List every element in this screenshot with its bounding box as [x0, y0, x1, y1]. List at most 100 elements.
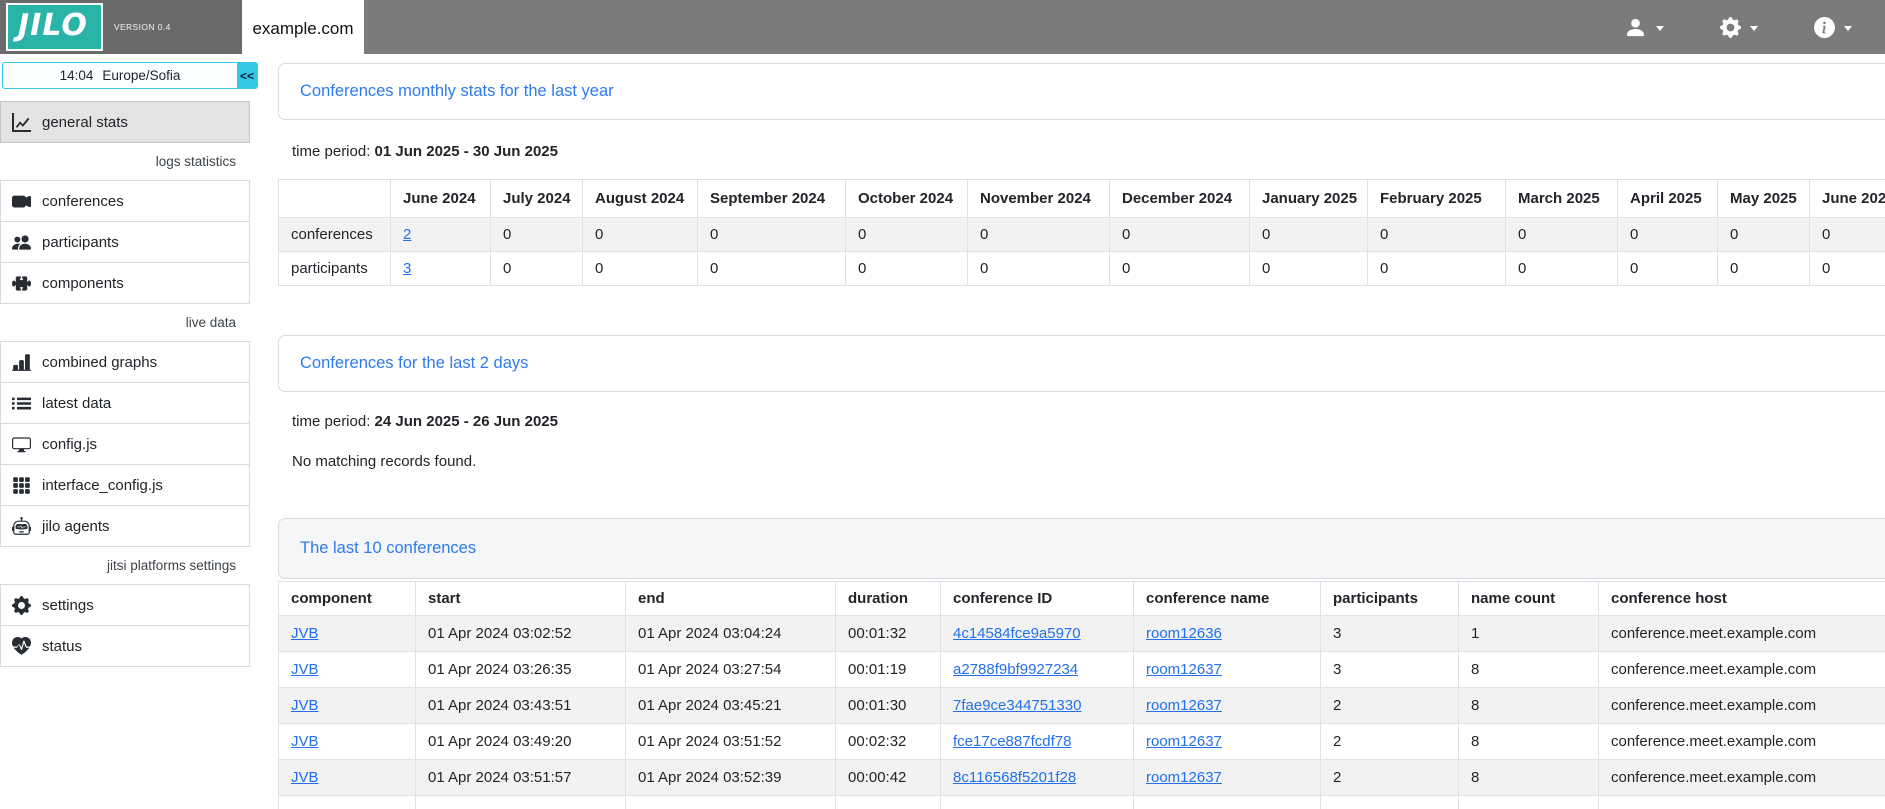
cell: 01 Apr 2024 03:43:51 — [416, 688, 626, 724]
cell-link[interactable]: fce17ce887fcdf78 — [953, 733, 1071, 750]
cell: 00:01:30 — [836, 688, 941, 724]
sidebar-item-latest-data[interactable]: latest data — [0, 382, 250, 424]
sidebar-item-config-js[interactable]: config.js — [0, 423, 250, 465]
settings-menu[interactable] — [1720, 17, 1758, 38]
column-header: January 2025 — [1250, 180, 1368, 218]
cell: 0 — [1250, 218, 1368, 252]
cell-link[interactable]: room12637 — [1146, 697, 1222, 714]
cell-link[interactable]: room12637 — [1146, 733, 1222, 750]
chart-line-icon — [12, 113, 31, 132]
topbar-actions — [364, 0, 1885, 54]
table-row: participants3000000000000 — [279, 252, 1885, 286]
cell — [279, 796, 416, 809]
puzzle-icon — [12, 274, 31, 293]
column-header: name count — [1459, 582, 1599, 616]
cell: room12637 — [1134, 724, 1321, 760]
cell-link[interactable]: JVB — [291, 661, 319, 678]
sidebar-item-participants[interactable]: participants — [0, 221, 250, 263]
clock-text: 14:04 Europe/Sofia — [3, 63, 237, 88]
card-last10-header: The last 10 conferences — [278, 518, 1885, 579]
cell: 01 Apr 2024 03:27:54 — [626, 652, 836, 688]
sidebar-item-label: latest data — [42, 395, 111, 412]
cell: room12636 — [1134, 616, 1321, 652]
cell: 0 — [1368, 218, 1506, 252]
cell: 0 — [968, 218, 1110, 252]
app-logo: JILO — [6, 3, 103, 51]
sidebar-item-label: config.js — [42, 436, 97, 453]
cell: 01 Apr 2024 03:51:57 — [416, 760, 626, 796]
sidebar-item-combined-graphs[interactable]: combined graphs — [0, 341, 250, 383]
cell-link[interactable]: JVB — [291, 769, 319, 786]
sidebar-item-general-stats[interactable]: general stats — [0, 101, 250, 143]
cell-link[interactable]: JVB — [291, 733, 319, 750]
sidebar-item-label: settings — [42, 597, 94, 614]
cell-link[interactable]: 2 — [403, 226, 411, 243]
column-header: February 2025 — [1368, 180, 1506, 218]
cell — [941, 796, 1134, 809]
gear-icon — [1720, 17, 1741, 38]
info-icon — [1814, 17, 1835, 38]
column-header: June 2025 — [1810, 180, 1885, 218]
monitor-icon — [12, 435, 31, 454]
info-menu[interactable] — [1814, 17, 1852, 38]
chevron-down-icon — [1656, 26, 1664, 31]
sidebar: 14:04 Europe/Sofia << general stats logs… — [0, 54, 260, 667]
cell: JVB — [279, 688, 416, 724]
topbar: JILO VERSION 0.4 example.com — [0, 0, 1885, 54]
cell: 0 — [698, 218, 846, 252]
cell: 01 Apr 2024 03:49:20 — [416, 724, 626, 760]
cell-link[interactable]: room12636 — [1146, 625, 1222, 642]
cell-link[interactable]: 3 — [403, 260, 411, 277]
chevron-down-icon — [1844, 26, 1852, 31]
cell: 0 — [1250, 252, 1368, 286]
sidebar-item-settings[interactable]: settings — [0, 584, 250, 626]
table-row: conferences2000000000000 — [279, 218, 1885, 252]
cell: 00:00:42 — [836, 760, 941, 796]
cell-link[interactable]: room12637 — [1146, 769, 1222, 786]
table-row: JVB01 Apr 2024 03:26:3501 Apr 2024 03:27… — [279, 652, 1885, 688]
sidebar-item-status[interactable]: status — [0, 625, 250, 667]
cell: 3 — [391, 252, 491, 286]
cell-link[interactable]: 7fae9ce344751330 — [953, 697, 1081, 714]
grid-icon — [12, 476, 31, 495]
cell: 1 — [1459, 616, 1599, 652]
cell: 01 Apr 2024 03:45:21 — [626, 688, 836, 724]
sidebar-section-label: jitsi platforms settings — [0, 547, 250, 585]
column-header: September 2024 — [698, 180, 846, 218]
sidebar-item-components[interactable]: components — [0, 262, 250, 304]
user-menu[interactable] — [1624, 16, 1664, 39]
column-header — [279, 180, 391, 218]
gear-icon — [12, 596, 31, 615]
cell: 00:02:32 — [836, 724, 941, 760]
sidebar-item-interface-config-js[interactable]: interface_config.js — [0, 464, 250, 506]
sidebar-item-label: status — [42, 638, 82, 655]
cell-link[interactable]: 4c14584fce9a5970 — [953, 625, 1081, 642]
cell: 0 — [698, 252, 846, 286]
column-header: duration — [836, 582, 941, 616]
cell-link[interactable]: JVB — [291, 625, 319, 642]
cell: 0 — [1718, 252, 1810, 286]
cell: 0 — [968, 252, 1110, 286]
card-title: The last 10 conferences — [300, 539, 1885, 558]
empty-message: No matching records found. — [292, 452, 1885, 471]
cell-link[interactable]: a2788f9bf9927234 — [953, 661, 1078, 678]
cell-link[interactable]: JVB — [291, 697, 319, 714]
sidebar-item-conferences[interactable]: conferences — [0, 180, 250, 222]
cell: JVB — [279, 616, 416, 652]
column-header: July 2024 — [491, 180, 583, 218]
video-camera-icon — [12, 192, 31, 211]
cell — [1459, 796, 1599, 809]
sidebar-menu: general stats logs statistics conference… — [0, 101, 260, 667]
cell-link[interactable]: room12637 — [1146, 661, 1222, 678]
card-last2days-header: Conferences for the last 2 days — [278, 335, 1885, 392]
sidebar-item-label: combined graphs — [42, 354, 157, 371]
sidebar-item-jilo-agents[interactable]: jilo agents — [0, 505, 250, 547]
sidebar-collapse-button[interactable]: << — [237, 63, 257, 88]
cell: 01 Apr 2024 03:52:39 — [626, 760, 836, 796]
platform-tab[interactable]: example.com — [242, 3, 364, 54]
cell: a2788f9bf9927234 — [941, 652, 1134, 688]
cell-link[interactable]: 8c116568f5201f28 — [953, 769, 1076, 786]
column-header: October 2024 — [846, 180, 968, 218]
cell: 0 — [1618, 218, 1718, 252]
cell: 0 — [846, 218, 968, 252]
